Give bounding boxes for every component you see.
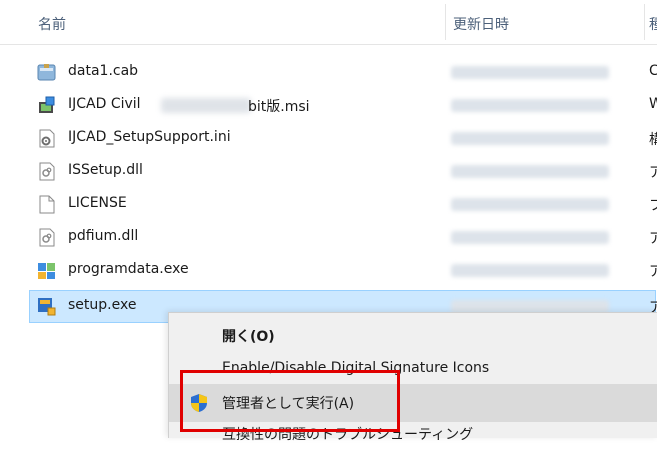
- file-date-redacted: [451, 132, 609, 145]
- file-date-redacted: [451, 264, 609, 277]
- dll-file-icon: [37, 228, 56, 247]
- file-date-redacted: [451, 165, 609, 178]
- file-type: ア: [649, 165, 657, 181]
- column-header-type[interactable]: 種: [649, 14, 657, 34]
- column-divider[interactable]: [644, 4, 645, 40]
- file-date-redacted: [451, 231, 609, 244]
- installer-package-icon: [37, 96, 56, 115]
- file-row[interactable]: IJCAD_SetupSupport.ini 構: [30, 122, 657, 155]
- menu-item-open[interactable]: 開く(O): [169, 317, 657, 355]
- file-row[interactable]: IJCAD Civil bit版.msi W: [30, 89, 657, 122]
- file-row[interactable]: ISSetup.dll ア: [30, 155, 657, 188]
- file-name: data1.cab: [68, 63, 139, 79]
- file-date-redacted: [451, 99, 609, 112]
- file-type: ア: [649, 264, 657, 280]
- column-divider[interactable]: [445, 4, 446, 40]
- exe-program-icon: [37, 261, 56, 280]
- file-row[interactable]: LICENSE フ: [30, 188, 657, 221]
- file-name: ISSetup.dll: [68, 162, 143, 178]
- file-row[interactable]: data1.cab C: [30, 56, 657, 89]
- file-row[interactable]: pdfium.dll ア: [30, 221, 657, 254]
- file-name: IJCAD_SetupSupport.ini: [68, 129, 231, 145]
- column-header-bar: 名前 更新日時 種: [0, 0, 657, 45]
- file-type: C: [649, 63, 657, 79]
- file-explorer-window: 名前 更新日時 種 data1.cab C IJCAD Civil bit版.m…: [0, 0, 657, 443]
- file-name: programdata.exe: [68, 261, 189, 277]
- blank-file-icon: [37, 195, 56, 214]
- file-type: 構: [649, 132, 657, 148]
- column-header-name[interactable]: 名前: [38, 14, 66, 34]
- file-name-suffix: bit版.msi: [248, 99, 310, 115]
- config-settings-icon: [37, 129, 56, 148]
- file-name: setup.exe: [68, 297, 137, 313]
- file-date-redacted: [451, 198, 609, 211]
- file-type: W: [649, 96, 657, 112]
- column-header-date[interactable]: 更新日時: [453, 14, 509, 34]
- file-name-prefix: IJCAD Civil: [68, 96, 141, 112]
- menu-item-label: 開く(O): [222, 329, 275, 345]
- cab-archive-icon: [37, 63, 56, 82]
- exe-program-icon: [37, 297, 56, 316]
- file-type: フ: [649, 198, 657, 214]
- dll-file-icon: [37, 162, 56, 181]
- file-type: ア: [649, 231, 657, 247]
- file-date-redacted: [451, 66, 609, 79]
- file-name: IJCAD Civil: [68, 96, 141, 112]
- file-name: pdfium.dll: [68, 228, 139, 244]
- annotation-highlight-frame: [180, 370, 400, 432]
- redacted-text: [161, 98, 251, 113]
- file-row[interactable]: programdata.exe ア: [30, 254, 657, 287]
- file-name: LICENSE: [68, 195, 127, 211]
